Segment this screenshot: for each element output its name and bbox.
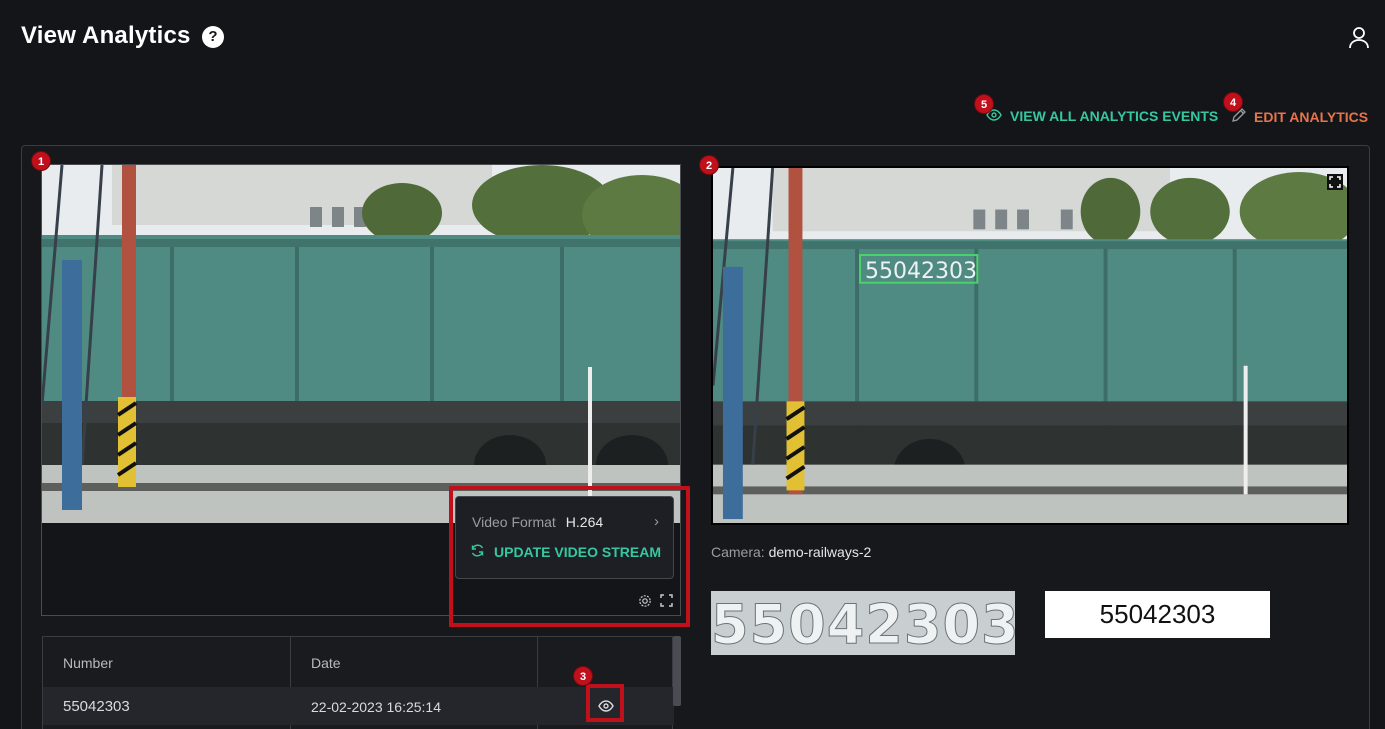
live-video-frame — [42, 165, 680, 523]
detection-box-label: 55042303 — [865, 259, 977, 284]
column-header-date: Date — [311, 655, 341, 671]
fullscreen-icon[interactable] — [1327, 174, 1343, 190]
row-date: 22-02-2023 16:25:14 — [311, 699, 441, 715]
step-badge-3: 3 — [573, 666, 593, 686]
plate-crop-text: 55042303 — [711, 593, 1015, 656]
analytics-video-frame[interactable]: 55042303 — [711, 166, 1349, 525]
row-number: 55042303 — [63, 698, 130, 715]
camera-name: demo-railways-2 — [768, 544, 872, 560]
highlight-video-menu — [449, 486, 690, 627]
edit-analytics-link[interactable]: EDIT ANALYTICS — [1231, 108, 1368, 126]
help-icon[interactable]: ? — [202, 26, 224, 48]
step-badge-2: 2 — [699, 155, 719, 175]
table-row[interactable]: 55042303 22-02-2023 16:25:14 — [43, 687, 674, 725]
step-badge-5: 5 — [974, 94, 994, 114]
edit-analytics-label: EDIT ANALYTICS — [1254, 109, 1369, 125]
recognized-number: 55042303 — [1045, 591, 1270, 638]
table-scrollbar[interactable] — [673, 636, 681, 706]
user-icon[interactable] — [1347, 25, 1371, 49]
camera-label: Camera: — [711, 544, 765, 560]
page-title: View Analytics — [21, 22, 191, 49]
view-all-analytics-events-link[interactable]: VIEW ALL ANALYTICS EVENTS — [986, 108, 1218, 124]
highlight-view-event — [586, 684, 624, 722]
camera-info: Camera: demo-railways-2 — [711, 544, 871, 560]
plate-crop-image: 55042303 — [711, 591, 1015, 655]
column-header-number: Number — [63, 655, 113, 671]
step-badge-4: 4 — [1223, 92, 1243, 112]
step-badge-1: 1 — [31, 151, 51, 171]
view-all-analytics-events-label: VIEW ALL ANALYTICS EVENTS — [1010, 108, 1219, 124]
